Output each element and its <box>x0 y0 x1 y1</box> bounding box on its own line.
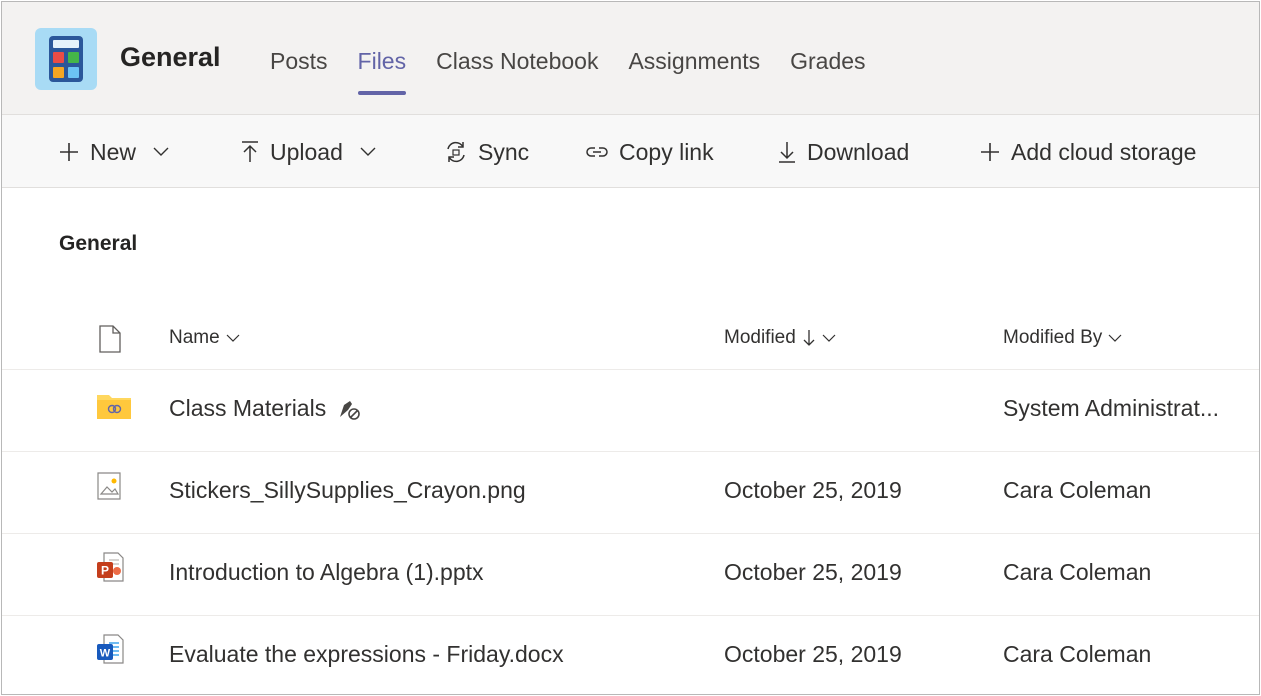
image-file-icon <box>97 472 121 500</box>
download-label: Download <box>807 138 910 165</box>
tab-posts[interactable]: Posts <box>270 48 328 75</box>
link-icon <box>586 147 608 157</box>
new-label: New <box>90 138 137 165</box>
folder-breadcrumb: General <box>59 232 138 255</box>
powerpoint-file-icon: P <box>97 552 124 582</box>
chevron-down-icon <box>360 147 376 156</box>
chevron-down-icon <box>822 334 836 342</box>
modified-by: Cara Coleman <box>1003 559 1152 585</box>
modified-by: System Administrat... <box>1003 395 1220 421</box>
download-button[interactable]: Download <box>777 137 909 167</box>
svg-text:P: P <box>101 564 109 578</box>
no-editing-icon <box>340 400 361 420</box>
tab-assignments[interactable]: Assignments <box>628 48 760 75</box>
modified-by: Cara Coleman <box>1003 477 1152 503</box>
upload-icon <box>242 141 258 162</box>
column-name[interactable]: Name <box>169 327 240 349</box>
chevron-down-icon <box>1108 334 1122 342</box>
file-type-icon[interactable] <box>98 325 122 353</box>
column-modified[interactable]: Modified <box>724 327 836 349</box>
team-name: General <box>120 42 221 72</box>
tab-files[interactable]: Files <box>357 48 406 95</box>
files-window: General Posts Files Class Notebook Assig… <box>1 1 1260 695</box>
modified-date: October 25, 2019 <box>724 477 902 503</box>
file-list-header: Name Modified Modified By <box>2 307 1259 370</box>
svg-text:W: W <box>100 648 111 660</box>
chevron-down-icon <box>153 147 169 156</box>
team-calculator-icon[interactable] <box>35 28 97 90</box>
plus-icon <box>60 143 78 161</box>
file-name[interactable]: Evaluate the expressions - Friday.docx <box>169 641 564 668</box>
upload-button[interactable]: Upload <box>240 137 377 167</box>
sort-descending-icon <box>803 330 815 346</box>
sync-icon <box>447 141 465 163</box>
copy-link-label: Copy link <box>619 138 714 165</box>
tab-grades[interactable]: Grades <box>790 48 865 75</box>
command-bar: New Upload Sync Copy link Download Add c… <box>2 115 1259 188</box>
sync-button[interactable]: Sync <box>444 137 529 167</box>
new-button[interactable]: New <box>58 137 170 167</box>
download-icon <box>779 142 795 163</box>
add-cloud-storage-button[interactable]: Add cloud storage <box>979 137 1196 167</box>
modified-by: Cara Coleman <box>1003 641 1152 667</box>
channel-header: General Posts Files Class Notebook Assig… <box>2 2 1259 115</box>
channel-tabs: Posts Files Class Notebook Assignments G… <box>270 48 866 95</box>
upload-label: Upload <box>270 138 343 165</box>
plus-icon <box>981 143 999 161</box>
file-name[interactable]: Introduction to Algebra (1).pptx <box>169 559 484 586</box>
file-name[interactable]: Stickers_SillySupplies_Crayon.png <box>169 477 526 504</box>
table-row[interactable]: P Introduction to Algebra (1).pptx Octob… <box>2 534 1259 616</box>
table-row[interactable]: Class Materials System Administrat... <box>2 370 1259 452</box>
modified-date: October 25, 2019 <box>724 641 902 667</box>
file-name[interactable]: Class Materials <box>169 395 362 422</box>
table-row[interactable]: W Evaluate the expressions - Friday.docx… <box>2 616 1259 694</box>
table-row[interactable]: Stickers_SillySupplies_Crayon.png Octobe… <box>2 452 1259 534</box>
modified-date: October 25, 2019 <box>724 559 902 585</box>
copy-link-button[interactable]: Copy link <box>585 137 714 167</box>
sync-label: Sync <box>478 138 530 165</box>
folder-icon <box>97 395 131 419</box>
word-file-icon: W <box>97 634 124 664</box>
add-cloud-storage-label: Add cloud storage <box>1011 138 1197 165</box>
column-modified-by[interactable]: Modified By <box>1003 327 1122 349</box>
chevron-down-icon <box>226 334 240 342</box>
tab-class-notebook[interactable]: Class Notebook <box>436 48 598 75</box>
